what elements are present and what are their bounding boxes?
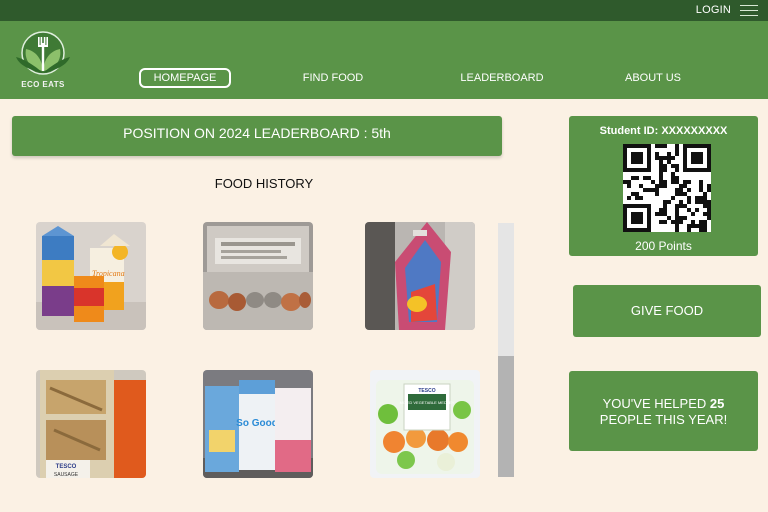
food-item-sandwich[interactable]: TESCO SAUSAGE	[36, 370, 146, 478]
brand-name: ECO EATS	[21, 80, 65, 89]
impact-prefix: YOU'VE HELPED	[602, 396, 707, 411]
food-history-scrollbar[interactable]	[498, 223, 514, 477]
leaderboard-position-banner: POSITION ON 2024 LEADERBOARD : 5th	[12, 116, 502, 156]
top-bar: LOGIN	[0, 0, 768, 21]
veg-brand-text: TESCO	[418, 388, 435, 394]
food-item-bagged-snack[interactable]	[365, 222, 475, 330]
login-link[interactable]: LOGIN	[696, 4, 731, 16]
food-item-milk-cartons[interactable]: So Good	[203, 370, 313, 478]
impact-suffix: PEOPLE THIS YEAR!	[599, 412, 728, 427]
food-item-egg-carton[interactable]	[203, 222, 313, 330]
food-item-vegetable-medley[interactable]: TESCO MIXED VEGETABLE MEDLEY	[370, 370, 480, 478]
sandwich-brand-text: TESCO	[56, 464, 77, 470]
hamburger-menu-icon[interactable]	[740, 3, 758, 17]
student-id: Student ID: XXXXXXXXX	[599, 125, 728, 137]
food-item-juice-cartons[interactable]: Tropicana	[36, 222, 146, 330]
qr-code-icon	[623, 144, 711, 232]
nav-homepage[interactable]: HOMEPAGE	[139, 68, 231, 88]
scrollbar-thumb[interactable]	[498, 356, 514, 477]
student-card: Student ID: XXXXXXXXX 200 Points	[569, 116, 758, 256]
impact-count: 25	[709, 396, 725, 411]
sandwich-label-text: SAUSAGE	[54, 472, 79, 478]
impact-card: YOU'VE HELPED 25 PEOPLE THIS YEAR!	[569, 371, 758, 451]
give-food-button[interactable]: GIVE FOOD	[573, 285, 761, 337]
student-points: 200 Points	[635, 239, 692, 253]
veg-label-text: MIXED VEGETABLE MEDLEY	[400, 400, 455, 405]
food-history-title: FOOD HISTORY	[214, 176, 314, 191]
nav-find-food[interactable]: FIND FOOD	[288, 68, 378, 88]
nav-leaderboard[interactable]: LEADERBOARD	[447, 68, 557, 88]
leaf-fork-icon	[16, 31, 70, 75]
eco-eats-logo[interactable]: ECO EATS	[12, 29, 74, 95]
nav-about-us[interactable]: ABOUT US	[612, 68, 694, 88]
main-navbar: ECO EATS HOMEPAGE FIND FOOD LEADERBOARD …	[0, 21, 768, 99]
milk-brand-text: So Good	[236, 418, 278, 429]
